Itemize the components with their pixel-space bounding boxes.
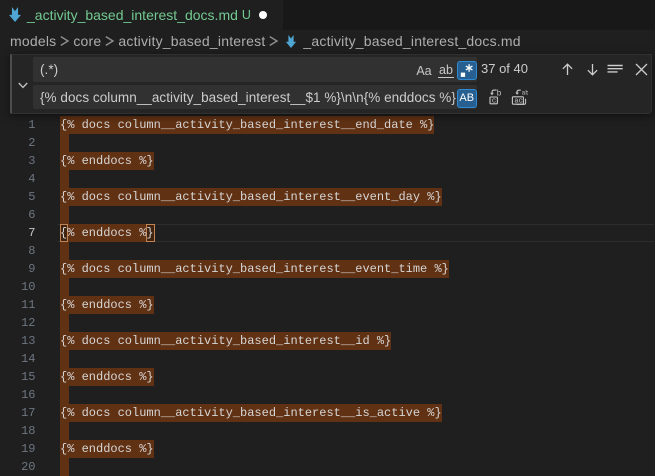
svg-text:ab: ab	[522, 89, 528, 96]
svg-text:c: c	[491, 98, 496, 105]
